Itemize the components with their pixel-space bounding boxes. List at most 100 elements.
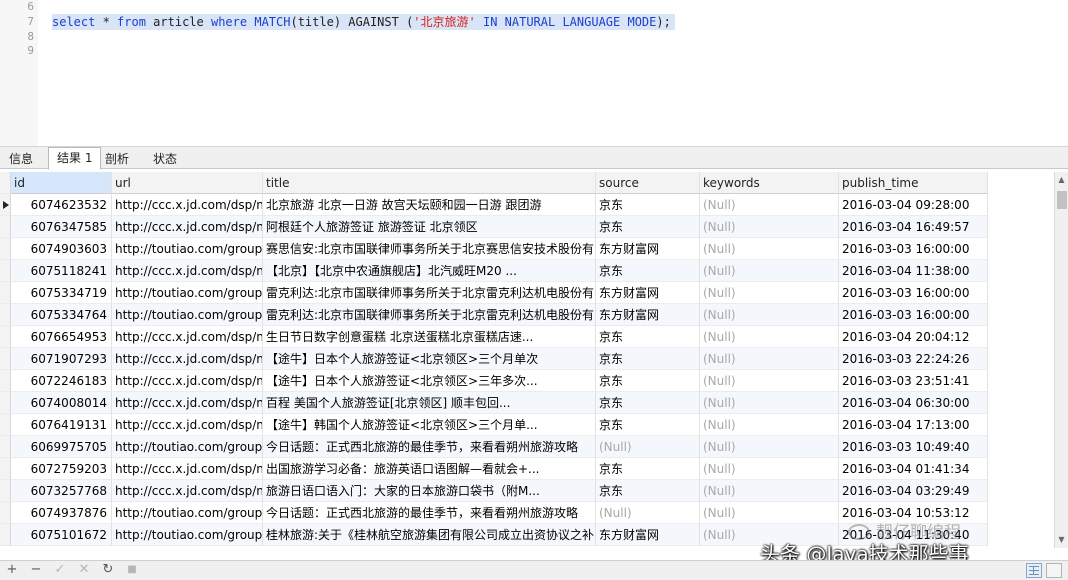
cell-url[interactable]: http://ccc.x.jd.com/dsp/nc — [112, 458, 263, 480]
cell-keywords[interactable]: (Null) — [700, 216, 839, 238]
cell-id[interactable]: 6074903603 — [11, 238, 112, 260]
cell-publish-time[interactable]: 2016-03-04 03:29:49 — [839, 480, 988, 502]
cell-title[interactable]: 旅游日语口语入门：大家的日本旅游口袋书（附M... — [263, 480, 596, 502]
cell-source[interactable]: 京东 — [596, 194, 700, 216]
cell-title[interactable]: 桂林旅游:关于《桂林航空旅游集团有限公司成立出资协议之补 — [263, 524, 596, 546]
tab-result-1[interactable]: 结果 1 — [48, 147, 102, 170]
sql-query-line[interactable]: select * from article where MATCH(title)… — [52, 14, 675, 30]
cell-keywords[interactable]: (Null) — [700, 502, 839, 524]
cell-url[interactable]: http://toutiao.com/group/ — [112, 436, 263, 458]
cell-source[interactable]: 东方财富网 — [596, 282, 700, 304]
cell-id[interactable]: 6076347585 — [11, 216, 112, 238]
cell-url[interactable]: http://toutiao.com/group/ — [112, 238, 263, 260]
cell-publish-time[interactable]: 2016-03-03 16:00:00 — [839, 238, 988, 260]
cell-source[interactable]: 东方财富网 — [596, 304, 700, 326]
cell-publish-time[interactable]: 2016-03-04 20:04:12 — [839, 326, 988, 348]
row-indicator[interactable] — [0, 370, 11, 392]
cell-id[interactable]: 6074623532 — [11, 194, 112, 216]
cell-title[interactable]: 雷克利达:北京市国联律师事务所关于北京雷克利达机电股份有 — [263, 282, 596, 304]
cell-title[interactable]: 百程 美国个人旅游签证[北京领区] 顺丰包回... — [263, 392, 596, 414]
cell-publish-time[interactable]: 2016-03-04 11:38:00 — [839, 260, 988, 282]
cell-url[interactable]: http://ccc.x.jd.com/dsp/nc — [112, 260, 263, 282]
cell-title[interactable]: 今日话题：正式西北旅游的最佳季节，来看看朔州旅游攻略 — [263, 436, 596, 458]
cell-url[interactable]: http://ccc.x.jd.com/dsp/nc — [112, 326, 263, 348]
cell-source[interactable]: 京东 — [596, 326, 700, 348]
table-row[interactable]: 6075334764 http://toutiao.com/group/雷克利达:… — [0, 304, 988, 326]
table-row[interactable]: 6075334719 http://toutiao.com/group/雷克利达:… — [0, 282, 988, 304]
result-grid[interactable]: id url title source keywords publish_tim… — [0, 172, 1054, 548]
table-row[interactable]: 6074008014 http://ccc.x.jd.com/dsp/nc 百程 美… — [0, 392, 988, 414]
row-indicator[interactable] — [0, 216, 11, 238]
vertical-scrollbar[interactable]: ▲ ▼ — [1054, 172, 1068, 548]
table-row[interactable]: 6076419131 http://ccc.x.jd.com/dsp/nc 【途牛】… — [0, 414, 988, 436]
cell-title[interactable]: 今日话题：正式西北旅游的最佳季节，来看看朔州旅游攻略 — [263, 502, 596, 524]
stop-icon[interactable]: ■ — [124, 562, 140, 578]
table-row[interactable]: 6074903603 http://toutiao.com/group/赛思信安:… — [0, 238, 988, 260]
cell-title[interactable]: 赛思信安:北京市国联律师事务所关于北京赛思信安技术股份有限 — [263, 238, 596, 260]
cell-publish-time[interactable]: 2016-03-04 06:30:00 — [839, 392, 988, 414]
row-indicator[interactable] — [0, 480, 11, 502]
cell-keywords[interactable]: (Null) — [700, 304, 839, 326]
cell-title[interactable]: 【途牛】日本个人旅游签证<北京领区>三年多次... — [263, 370, 596, 392]
table-row[interactable]: 6072759203 http://ccc.x.jd.com/dsp/nc 出国旅游… — [0, 458, 988, 480]
cell-source[interactable]: 京东 — [596, 260, 700, 282]
cell-id[interactable]: 6075101672 — [11, 524, 112, 546]
table-row[interactable]: 6072246183 http://ccc.x.jd.com/dsp/nc 【途牛】… — [0, 370, 988, 392]
cell-keywords[interactable]: (Null) — [700, 480, 839, 502]
sql-editor[interactable]: 6 7 8 9 select * from article where MATC… — [0, 0, 1068, 146]
cell-publish-time[interactable]: 2016-03-04 09:28:00 — [839, 194, 988, 216]
row-indicator[interactable] — [0, 458, 11, 480]
cell-publish-time[interactable]: 2016-03-03 22:24:26 — [839, 348, 988, 370]
cell-url[interactable]: http://toutiao.com/group/ — [112, 304, 263, 326]
cell-id[interactable]: 6075334719 — [11, 282, 112, 304]
cell-keywords[interactable]: (Null) — [700, 348, 839, 370]
add-record-icon[interactable]: + — [4, 562, 20, 578]
grid-view-icon[interactable] — [1026, 563, 1042, 578]
cell-id[interactable]: 6075334764 — [11, 304, 112, 326]
cell-publish-time[interactable]: 2016-03-03 10:49:40 — [839, 436, 988, 458]
current-row-arrow-icon[interactable] — [0, 194, 11, 216]
table-row[interactable]: 6069975705 http://toutiao.com/group/今日话题：… — [0, 436, 988, 458]
column-header-id[interactable]: id — [11, 172, 112, 194]
discard-changes-icon[interactable]: ✕ — [76, 562, 92, 578]
cell-keywords[interactable]: (Null) — [700, 392, 839, 414]
row-indicator[interactable] — [0, 326, 11, 348]
cell-source[interactable]: 京东 — [596, 392, 700, 414]
cell-url[interactable]: http://ccc.x.jd.com/dsp/nc — [112, 370, 263, 392]
cell-source[interactable]: 京东 — [596, 370, 700, 392]
cell-source[interactable]: 京东 — [596, 414, 700, 436]
cell-keywords[interactable]: (Null) — [700, 436, 839, 458]
cell-title[interactable]: 雷克利达:北京市国联律师事务所关于北京雷克利达机电股份有 — [263, 304, 596, 326]
cell-source[interactable]: (Null) — [596, 436, 700, 458]
table-row[interactable]: 6075118241 http://ccc.x.jd.com/dsp/nc 【北京】… — [0, 260, 988, 282]
row-indicator[interactable] — [0, 304, 11, 326]
cell-source[interactable]: 东方财富网 — [596, 524, 700, 546]
column-header-publish-time[interactable]: publish_time — [839, 172, 988, 194]
cell-keywords[interactable]: (Null) — [700, 414, 839, 436]
cell-source[interactable]: 京东 — [596, 348, 700, 370]
row-indicator[interactable] — [0, 282, 11, 304]
column-header-source[interactable]: source — [596, 172, 700, 194]
cell-id[interactable]: 6073257768 — [11, 480, 112, 502]
cell-id[interactable]: 6072246183 — [11, 370, 112, 392]
cell-title[interactable]: 【途牛】日本个人旅游签证<北京领区>三个月单次 — [263, 348, 596, 370]
scroll-down-arrow-icon[interactable]: ▼ — [1055, 532, 1068, 548]
scroll-up-arrow-icon[interactable]: ▲ — [1055, 172, 1068, 188]
cell-source[interactable]: 东方财富网 — [596, 238, 700, 260]
cell-keywords[interactable]: (Null) — [700, 458, 839, 480]
refresh-icon[interactable]: ↻ — [100, 562, 116, 578]
cell-id[interactable]: 6069975705 — [11, 436, 112, 458]
cell-id[interactable]: 6074008014 — [11, 392, 112, 414]
tab-info[interactable]: 信息 — [0, 149, 42, 170]
apply-changes-icon[interactable]: ✓ — [52, 562, 68, 578]
cell-id[interactable]: 6072759203 — [11, 458, 112, 480]
cell-keywords[interactable]: (Null) — [700, 370, 839, 392]
cell-publish-time[interactable]: 2016-03-03 23:51:41 — [839, 370, 988, 392]
cell-publish-time[interactable]: 2016-03-03 16:00:00 — [839, 282, 988, 304]
cell-url[interactable]: http://ccc.x.jd.com/dsp/nc — [112, 392, 263, 414]
table-row[interactable]: 6073257768 http://ccc.x.jd.com/dsp/nc 旅游日语… — [0, 480, 988, 502]
cell-url[interactable]: http://ccc.x.jd.com/dsp/nc — [112, 216, 263, 238]
cell-source[interactable]: 京东 — [596, 480, 700, 502]
cell-id[interactable]: 6076654953 — [11, 326, 112, 348]
cell-url[interactable]: http://ccc.x.jd.com/dsp/nc — [112, 348, 263, 370]
